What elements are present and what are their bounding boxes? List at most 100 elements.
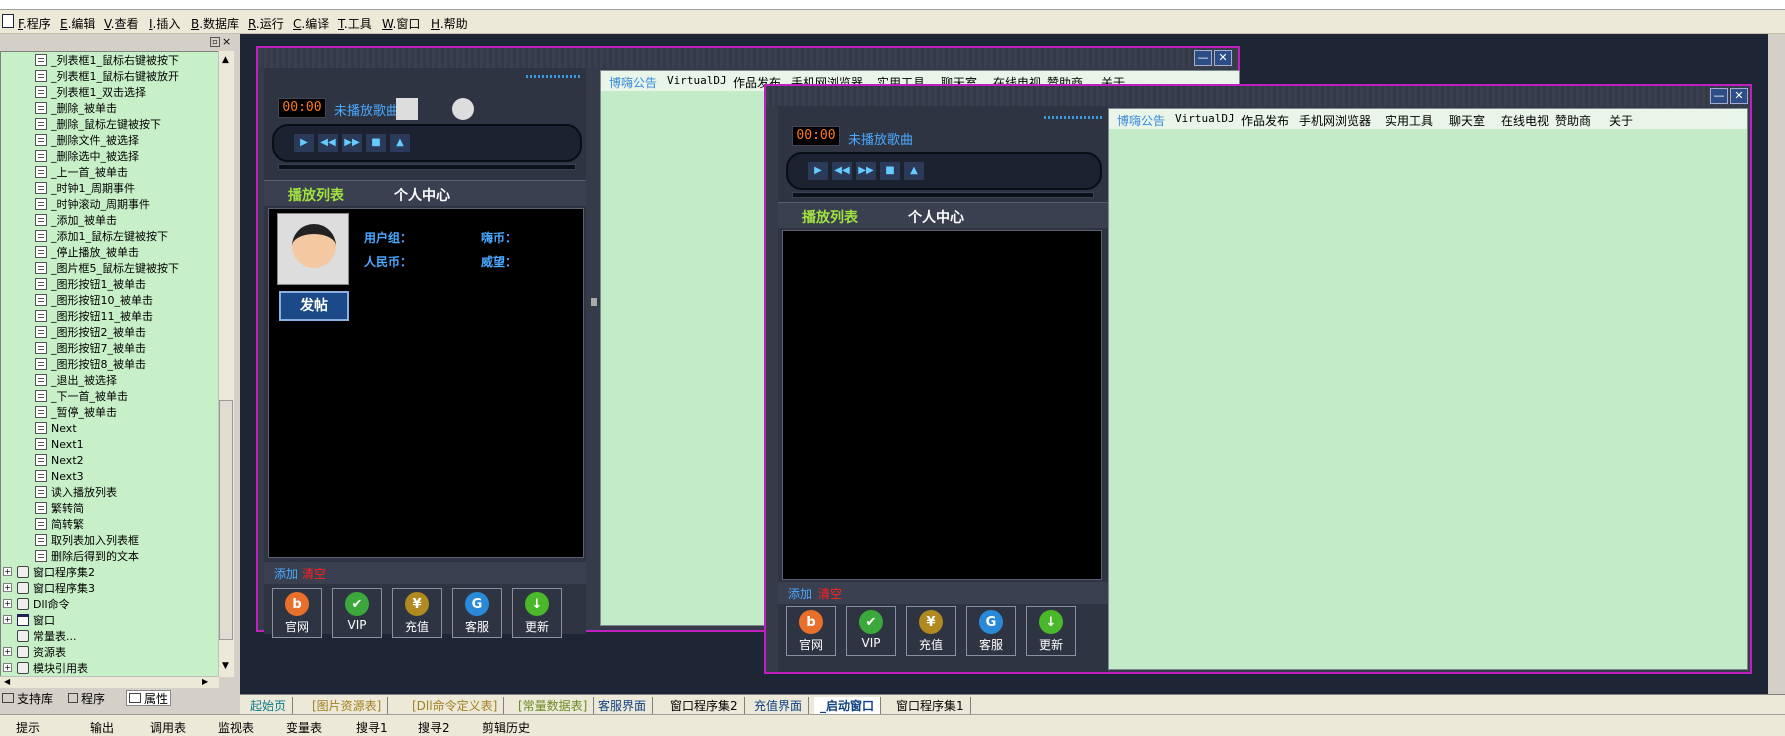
tree-item-group[interactable]: 资源表	[17, 644, 66, 660]
tab-window-assembly-1[interactable]: 窗口程序集1	[890, 697, 971, 714]
tree-item-event[interactable]: Next	[35, 420, 77, 436]
bottom-button-4[interactable]: ↓ 更新	[1026, 606, 1076, 656]
tree-item-event[interactable]: _列表框1_鼠标右键被按下	[35, 52, 179, 68]
tab-call-stack[interactable]: 调用表	[150, 719, 186, 736]
tree-item-event[interactable]: _图形按钮8_被单击	[35, 356, 146, 372]
tree-item-event[interactable]: 取列表加入列表框	[35, 532, 139, 548]
tree-item-event[interactable]: _删除_被单击	[35, 100, 117, 116]
menu-view[interactable]: V.查看	[104, 15, 139, 32]
tab-window-assembly-2[interactable]: 窗口程序集2	[664, 697, 745, 714]
expand-icon[interactable]: +	[3, 647, 12, 656]
app-icon[interactable]	[2, 14, 14, 28]
bottom-button-2[interactable]: ¥ 充值	[392, 588, 442, 638]
stop-button[interactable]: ■	[366, 134, 386, 152]
tree-item-event[interactable]: Next3	[35, 468, 84, 484]
web-tab[interactable]: 作品发布	[1241, 112, 1289, 129]
clear-link[interactable]: 清空	[818, 585, 842, 602]
web-tab[interactable]: 实用工具	[1385, 112, 1433, 129]
expand-icon[interactable]: +	[3, 583, 12, 592]
expand-icon[interactable]: +	[3, 567, 12, 576]
tab-personal-center[interactable]: 个人中心	[908, 207, 964, 227]
tab-properties[interactable]: 属性	[126, 690, 172, 706]
window-titlebar[interactable]	[258, 48, 1238, 68]
tree-item-event[interactable]: _下一首_被单击	[35, 388, 128, 404]
eject-button[interactable]: ▲	[390, 134, 410, 152]
tab-watch[interactable]: 监视表	[218, 719, 254, 736]
web-tab[interactable]: 博嗨公告	[609, 74, 657, 91]
playlist-panel[interactable]	[782, 230, 1102, 580]
close-button[interactable]: ✕	[1214, 50, 1232, 66]
tree-item-event[interactable]: _列表框1_鼠标右键被放开	[35, 68, 179, 84]
web-tab[interactable]: 聊天室	[1449, 112, 1485, 129]
tab-service-ui[interactable]: 客服界面	[592, 697, 654, 714]
bottom-button-1[interactable]: ✔ VIP	[332, 588, 382, 638]
menu-tools[interactable]: T.工具	[338, 15, 372, 32]
tree-item-group[interactable]: 窗口程序集2	[17, 564, 95, 580]
menu-window[interactable]: W.窗口	[382, 15, 420, 32]
progress-bar[interactable]	[792, 192, 1094, 198]
tree-item-event[interactable]: Next1	[35, 436, 84, 452]
tree-item-event[interactable]: 删除后得到的文本	[35, 548, 139, 564]
tab-personal-center[interactable]: 个人中心	[394, 185, 450, 205]
bottom-button-2[interactable]: ¥ 充值	[906, 606, 956, 656]
tree-item-event[interactable]: _时钟1_周期事件	[35, 180, 135, 196]
window-titlebar[interactable]	[766, 86, 1750, 106]
next-button[interactable]: ▶▶	[856, 162, 876, 180]
tab-support-library[interactable]: 支持库	[2, 690, 53, 706]
tree-item-event[interactable]: _图形按钮7_被单击	[35, 340, 146, 356]
menu-help[interactable]: H.帮助	[431, 15, 468, 32]
tree-item-event[interactable]: _删除文件_被选择	[35, 132, 139, 148]
web-tab[interactable]: 赞助商	[1555, 112, 1591, 129]
tree-item-event[interactable]: 繁转简	[35, 500, 84, 516]
tree-item-event[interactable]: _暂停_被单击	[35, 404, 117, 420]
web-tab[interactable]: 关于	[1609, 112, 1633, 129]
tree-item-event[interactable]: _图形按钮2_被单击	[35, 324, 146, 340]
expand-icon[interactable]: +	[3, 663, 12, 672]
tree-item-event[interactable]: _列表框1_双击选择	[35, 84, 146, 100]
eject-button[interactable]: ▲	[904, 162, 924, 180]
prev-button[interactable]: ◀◀	[318, 134, 338, 152]
scroll-up-icon[interactable]: ▲	[222, 55, 229, 65]
web-tab[interactable]: VirtualDJ	[667, 74, 727, 87]
scroll-left-icon[interactable]: ◀	[4, 677, 10, 686]
menu-compile[interactable]: C.编译	[293, 15, 329, 32]
web-tab[interactable]: 手机网浏览器	[1299, 112, 1371, 129]
tree-item-event[interactable]: _图片框5_鼠标左键被按下	[35, 260, 179, 276]
tree-item-group[interactable]: Dll命令	[17, 596, 70, 612]
play-button[interactable]: ▶	[808, 162, 828, 180]
tree-item-event[interactable]: 简转繁	[35, 516, 84, 532]
tree-item-group[interactable]: 模块引用表	[17, 660, 88, 676]
progress-bar[interactable]	[278, 164, 576, 170]
tree-item-group[interactable]: 常量表...	[17, 628, 77, 644]
minimize-button[interactable]: —	[1710, 88, 1728, 104]
minimize-button[interactable]: —	[1194, 50, 1212, 66]
tab-hint[interactable]: 提示	[16, 719, 40, 736]
menu-database[interactable]: B.数据库	[191, 15, 239, 32]
timer-icon[interactable]	[452, 98, 474, 120]
web-tab[interactable]: 在线电视	[1501, 112, 1549, 129]
tree-item-event[interactable]: _图形按钮10_被单击	[35, 292, 153, 308]
tab-playlist[interactable]: 播放列表	[802, 207, 858, 227]
close-button[interactable]: ✕	[1730, 88, 1748, 104]
tab-startup-window[interactable]: _启动窗口	[814, 697, 882, 714]
play-button[interactable]: ▶	[294, 134, 314, 152]
tab-constant-data[interactable]: [常量数据表]	[512, 697, 595, 714]
prev-button[interactable]: ◀◀	[832, 162, 852, 180]
tab-image-resources[interactable]: [图片资源表]	[306, 697, 389, 714]
menu-edit[interactable]: E.编辑	[60, 15, 95, 32]
scroll-down-icon[interactable]: ▼	[222, 661, 229, 671]
post-button[interactable]: 发帖	[279, 291, 349, 321]
program-tree[interactable]: _列表框1_鼠标右键被按下 _列表框1_鼠标右键被放开 _列表框1_双击选择 _删除_…	[0, 51, 219, 677]
panel-restore-icon[interactable]: ▫	[210, 37, 220, 47]
tree-item-event[interactable]: _删除_鼠标左键被按下	[35, 116, 161, 132]
tree-item-event[interactable]: _图形按钮1_被单击	[35, 276, 146, 292]
bottom-button-0[interactable]: b 官网	[786, 606, 836, 656]
splitter-handle[interactable]	[591, 298, 597, 306]
bottom-button-3[interactable]: G 客服	[452, 588, 502, 638]
tab-variables[interactable]: 变量表	[286, 719, 322, 736]
expand-icon[interactable]: +	[3, 615, 12, 624]
tree-item-event[interactable]: Next2	[35, 452, 84, 468]
next-button[interactable]: ▶▶	[342, 134, 362, 152]
tab-clip-history[interactable]: 剪辑历史	[482, 719, 530, 736]
tree-item-event[interactable]: _删除选中_被选择	[35, 148, 139, 164]
